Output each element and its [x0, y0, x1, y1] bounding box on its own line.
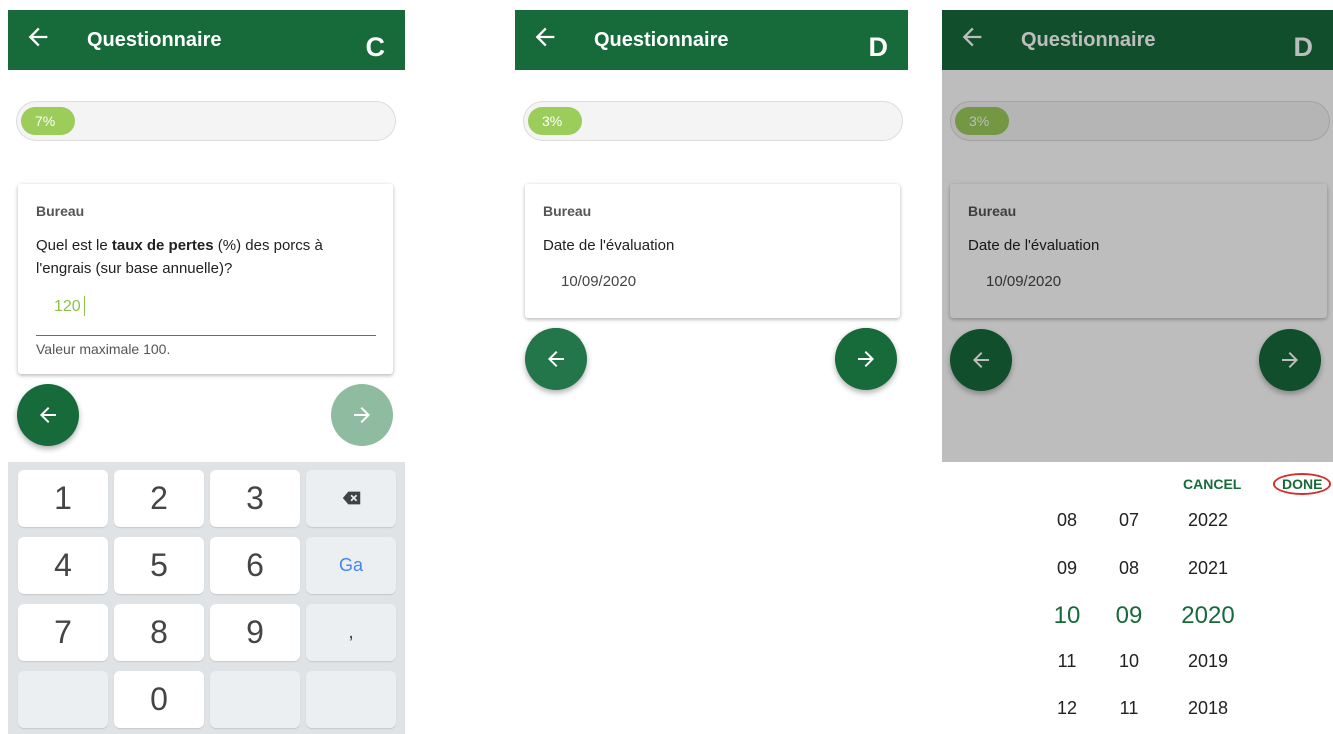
text-cursor: [84, 296, 85, 316]
key-9[interactable]: 9: [210, 604, 300, 661]
panel-c: Questionnaire C 7% Bureau Quel est le ta…: [8, 10, 405, 734]
key-comma[interactable]: ,: [306, 604, 396, 661]
done-button[interactable]: DONE: [1273, 473, 1332, 495]
previous-button[interactable]: [525, 328, 587, 390]
progress-bar: 7%: [16, 101, 396, 141]
month-option: 11: [1119, 698, 1139, 718]
day-option-selected: 10: [1053, 602, 1081, 629]
error-message: Valeur maximale 100.: [36, 341, 171, 357]
question-text: Date de l'évaluation: [543, 237, 675, 254]
day-option: 09: [1056, 558, 1078, 578]
progress-fill: 7%: [21, 107, 75, 135]
key-blank-left[interactable]: [18, 671, 108, 728]
key-1[interactable]: 1: [18, 470, 108, 527]
key-2[interactable]: 2: [114, 470, 204, 527]
arrow-left-icon[interactable]: [24, 23, 52, 51]
key-go[interactable]: Ga: [306, 537, 396, 594]
section-title: Bureau: [543, 203, 592, 219]
arrow-left-icon: [548, 351, 564, 367]
question-card: Bureau Date de l'évaluation 10/09/2020: [525, 184, 900, 318]
page-title: Questionnaire: [594, 29, 729, 51]
year-option-selected: 2020: [1181, 602, 1235, 629]
key-8[interactable]: 8: [114, 604, 204, 661]
month-option: 07: [1118, 510, 1140, 530]
next-button-disabled[interactable]: [331, 384, 393, 446]
key-backspace[interactable]: [306, 470, 396, 527]
key-0[interactable]: 0: [114, 671, 204, 728]
key-6[interactable]: 6: [210, 537, 300, 594]
app-bar: Questionnaire C: [8, 10, 405, 70]
app-bar: Questionnaire D: [515, 10, 908, 70]
numeric-keyboard: 1 2 3 4 5 6 Ga 7 8 9 , 0: [8, 462, 405, 734]
page-title: Questionnaire: [87, 29, 222, 51]
key-3[interactable]: 3: [210, 470, 300, 527]
year-option: 2019: [1187, 651, 1229, 671]
section-title: Bureau: [36, 203, 85, 219]
date-field[interactable]: 10/09/2020: [561, 273, 636, 290]
number-input[interactable]: 120: [36, 292, 376, 336]
cancel-button[interactable]: CANCEL: [1183, 476, 1241, 492]
key-blank-right[interactable]: [306, 671, 396, 728]
day-option: 12: [1056, 698, 1078, 718]
day-option: 11: [1057, 651, 1077, 671]
progress-bar: 3%: [523, 101, 903, 141]
arrow-right-icon: [354, 407, 370, 423]
panel-d-picker: Questionnaire D 3% Bureau Date de l'éval…: [942, 10, 1333, 734]
year-option: 2021: [1187, 558, 1229, 578]
previous-button[interactable]: [17, 384, 79, 446]
backspace-icon: [342, 491, 361, 505]
question-text: Quel est le taux de pertes (%) des porcs…: [36, 237, 323, 277]
progress-fill: 3%: [528, 107, 582, 135]
panel-letter: D: [868, 32, 889, 62]
month-option-selected: 09: [1115, 602, 1143, 629]
key-5[interactable]: 5: [114, 537, 204, 594]
question-card: Bureau Quel est le taux de pertes (%) de…: [18, 184, 393, 374]
panel-letter: C: [365, 32, 386, 62]
next-button[interactable]: [835, 328, 897, 390]
panel-d-date: Questionnaire D 3% Bureau Date de l'éval…: [515, 10, 908, 340]
arrow-right-icon: [858, 351, 874, 367]
year-option: 2022: [1187, 510, 1229, 530]
year-option: 2018: [1187, 698, 1229, 718]
key-blank-mid[interactable]: [210, 671, 300, 728]
dim-overlay[interactable]: [942, 10, 1333, 462]
arrow-left-icon: [40, 407, 56, 423]
day-option: 08: [1056, 510, 1078, 530]
key-4[interactable]: 4: [18, 537, 108, 594]
month-option: 10: [1118, 651, 1140, 671]
key-7[interactable]: 7: [18, 604, 108, 661]
arrow-left-icon[interactable]: [531, 23, 559, 51]
input-value: 120: [54, 298, 81, 315]
month-option: 08: [1118, 558, 1140, 578]
